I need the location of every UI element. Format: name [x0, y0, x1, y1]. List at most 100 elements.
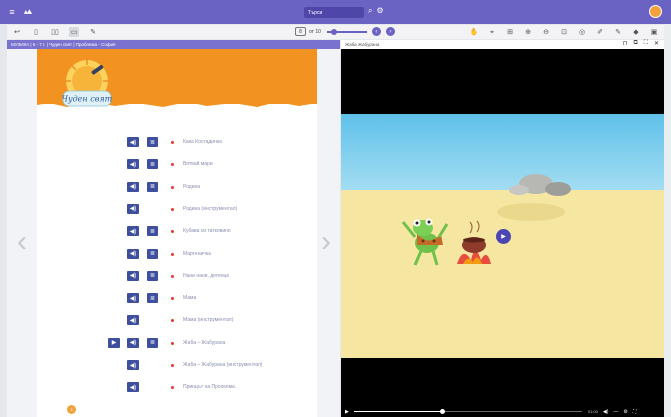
song-title[interactable]: Жаба – Жабурана (инструментал)	[183, 362, 262, 368]
page-slider[interactable]	[326, 28, 367, 35]
song-title[interactable]: Кака Костадинка	[183, 139, 222, 145]
speaker-icon[interactable]: ◀)	[127, 315, 139, 326]
song-title[interactable]: Жаба – Жабурана	[183, 340, 225, 346]
close-icon[interactable]: ✕	[654, 40, 659, 47]
song-title[interactable]: Принцът на Прохелма	[183, 384, 235, 390]
video-controls: ▶ 01:00 ◀) — ⚙ ⛶	[341, 406, 664, 417]
zoom-fit-icon[interactable]: ⊡	[559, 27, 569, 37]
page-number-input[interactable]: 8	[295, 27, 306, 36]
speaker-icon[interactable]: ◀)	[127, 360, 139, 370]
song-title[interactable]: Родина	[183, 184, 200, 190]
bullet-dot	[171, 364, 174, 367]
speaker-icon[interactable]: ◀)	[127, 248, 139, 259]
song-row: ◀) ≣ Вятвай мари	[37, 159, 317, 171]
search-icon[interactable]: ⌕	[368, 6, 372, 16]
song-title[interactable]: Кубава си татковино	[183, 228, 231, 234]
speaker-icon[interactable]: ◀)	[127, 181, 139, 192]
lyrics-icon[interactable]: ≣	[147, 226, 158, 237]
window-edge	[664, 24, 671, 417]
prev-spread-icon[interactable]: ‹	[17, 227, 27, 257]
song-title[interactable]: Родина (инструментал)	[183, 206, 237, 212]
lyrics-icon[interactable]: ≣	[147, 181, 158, 192]
bullet-dot	[171, 163, 174, 167]
page-slider-knob[interactable]	[330, 28, 337, 35]
lyrics-icon[interactable]: ≣	[147, 293, 158, 304]
spread-view-icon[interactable]: ▭	[69, 27, 79, 37]
volume-slider[interactable]: —	[613, 409, 618, 415]
video-fullscreen-icon[interactable]: ⛶	[633, 409, 637, 415]
external-link-icon[interactable]: ⧉	[633, 40, 637, 47]
page-margin-right: ›	[317, 49, 340, 417]
song-row: ◀) ≣ Кака Костадинка	[37, 137, 317, 149]
prev-page-button[interactable]: ‹	[371, 27, 381, 36]
volume-icon[interactable]: ◀)	[603, 409, 609, 415]
save-icon[interactable]: ▣	[649, 27, 659, 37]
bullet-dot	[171, 274, 174, 278]
two-page-icon[interactable]: ▯▯	[50, 27, 60, 37]
lyrics-icon[interactable]: ≣	[147, 270, 158, 281]
song-title[interactable]: Мама	[183, 295, 196, 301]
seek-bar-knob[interactable]	[440, 408, 446, 414]
song-title[interactable]: Мартеничка	[183, 251, 211, 257]
gear-icon[interactable]: ⚙	[376, 6, 383, 16]
speaker-icon[interactable]: ◀)	[127, 270, 139, 281]
bullet-dot	[171, 386, 174, 390]
lyrics-icon[interactable]: ≣	[147, 337, 158, 348]
song-row: ◀) ≣ Кубава си татковино	[37, 226, 317, 238]
play-video-button[interactable]: ▶	[108, 337, 120, 348]
book-viewer: МУЗИКА | 6 - 7 г. | Чуден свят | Проблем…	[7, 40, 340, 417]
page-of-label: от 10	[309, 28, 321, 35]
song-title[interactable]: Нани нани, детенце	[183, 273, 229, 279]
speaker-icon[interactable]: ◀)	[127, 203, 139, 214]
song-row: ▶ ◀) ≣ Жаба – Жабурана	[37, 337, 317, 350]
speaker-icon[interactable]: ◀)	[127, 337, 139, 348]
single-page-icon[interactable]: ▯	[31, 27, 41, 37]
page-navigator: 8 от 10 ‹ ›	[295, 27, 395, 36]
highlighter-icon[interactable]: ✎	[613, 27, 623, 37]
speaker-icon[interactable]: ◀)	[127, 226, 139, 237]
song-row: ◀) Жаба – Жабурана (инструментал)	[37, 360, 317, 372]
fit-icon[interactable]: ⊞	[505, 27, 515, 37]
breadcrumb: МУЗИКА | 6 - 7 г. | Чуден свят | Проблем…	[7, 40, 340, 49]
song-title[interactable]: Вятвай мари	[183, 161, 213, 167]
song-row: ◀) Принцът на Прохелма	[37, 382, 317, 394]
avatar[interactable]	[649, 5, 662, 18]
next-spread-icon[interactable]: ›	[321, 227, 331, 257]
select-icon[interactable]: ⌖	[487, 27, 497, 37]
video-frame[interactable]: ▶	[341, 114, 664, 358]
bookmark-icon[interactable]: ⊓	[623, 40, 628, 47]
lyrics-icon[interactable]: ≣	[147, 248, 158, 259]
fullscreen-icon[interactable]: ⛶	[644, 40, 648, 47]
eraser-icon[interactable]: ◆	[631, 27, 641, 37]
page-number-badge: 4	[67, 405, 76, 414]
search-input[interactable]: Търси	[304, 7, 364, 18]
lyrics-icon[interactable]: ≣	[147, 159, 158, 170]
speaker-icon[interactable]: ◀)	[127, 137, 139, 147]
next-page-button[interactable]: ›	[385, 27, 395, 36]
app-logo-icon[interactable]	[23, 7, 33, 17]
media-title: Жаба Жабурана	[345, 42, 380, 47]
hand-icon[interactable]: ✋	[469, 27, 479, 37]
song-row: ◀) ≣ Родина	[37, 181, 317, 194]
pen-icon[interactable]: ✐	[595, 27, 605, 37]
song-row: ◀) ≣ Нани нани, детенце	[37, 270, 317, 283]
bullet-dot	[171, 319, 174, 323]
song-title[interactable]: Мама (инструментал)	[183, 317, 233, 323]
settings-icon[interactable]: ⚙	[623, 409, 627, 415]
video-play-button[interactable]: ▶	[496, 229, 511, 244]
bullet-dot	[171, 185, 174, 189]
speaker-icon[interactable]: ◀)	[127, 159, 139, 170]
mask-icon[interactable]: ◎	[577, 27, 587, 37]
zoom-out-icon[interactable]: ⊖	[541, 27, 551, 37]
edit-icon[interactable]: ✎	[88, 27, 98, 37]
hamburger-icon[interactable]: ≡	[7, 7, 17, 17]
speaker-icon[interactable]: ◀)	[127, 382, 139, 393]
speaker-icon[interactable]: ◀)	[127, 293, 139, 304]
back-icon[interactable]: ↩	[12, 27, 22, 37]
zoom-in-icon[interactable]: ⊕	[523, 27, 533, 37]
play-icon[interactable]: ▶	[345, 409, 349, 415]
seek-bar[interactable]	[353, 408, 582, 414]
bullet-dot	[171, 252, 174, 256]
media-panel: Жаба Жабурана ⊓ ⧉ ⛶ ✕ ▶ ▶ 01:00 ◀) — ⚙ ⛶	[341, 40, 664, 417]
lyrics-icon[interactable]: ≣	[147, 137, 158, 147]
